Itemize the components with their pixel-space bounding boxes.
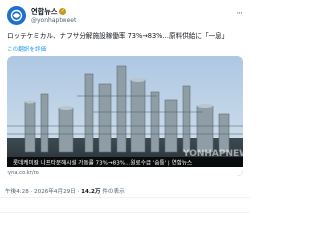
- refinery-photo: 롯데케미칼 나프타분해시설 가동률 73%→83%...원료수급 '숨통' | …: [7, 56, 243, 176]
- more-options-icon[interactable]: ···: [236, 9, 243, 19]
- views-label: 件の表示: [102, 189, 125, 195]
- handle[interactable]: @yonhaptweet: [31, 16, 76, 25]
- avatar[interactable]: [7, 6, 26, 25]
- tweet-header: 연합뉴스 ✓ @yonhaptweet: [7, 6, 76, 25]
- tweet-time[interactable]: 午後4:28 · 2026年4月29日: [5, 189, 76, 195]
- tweet-meta: 午後4:28 · 2026年4月29日 · 14.2万 件の表示: [5, 189, 125, 195]
- rate-translation-link[interactable]: この翻訳を評価: [7, 45, 46, 53]
- media-watermark: YONHAPNEWS: [182, 149, 243, 159]
- tweet-text: ロッテケミカル、ナフサ分解施設稼働率 73%→83%…原料供給に「一息」: [7, 32, 229, 40]
- yonhap-logo-icon: [10, 9, 23, 22]
- media-caption: 롯데케미칼 나프타분해시설 가동률 73%→83%...원료수급 '숨통' | …: [13, 159, 192, 167]
- media-link[interactable]: yna.co.kr/ro: [8, 170, 39, 176]
- action-bar: [0, 197, 250, 213]
- display-name[interactable]: 연합뉴스: [31, 7, 57, 16]
- tweet-media[interactable]: 롯데케미칼 나프타분해시설 가동률 73%→83%...원료수급 '숨통' | …: [7, 56, 243, 176]
- verified-badge-icon: ✓: [59, 7, 67, 15]
- views-count: 14.2万: [81, 189, 101, 195]
